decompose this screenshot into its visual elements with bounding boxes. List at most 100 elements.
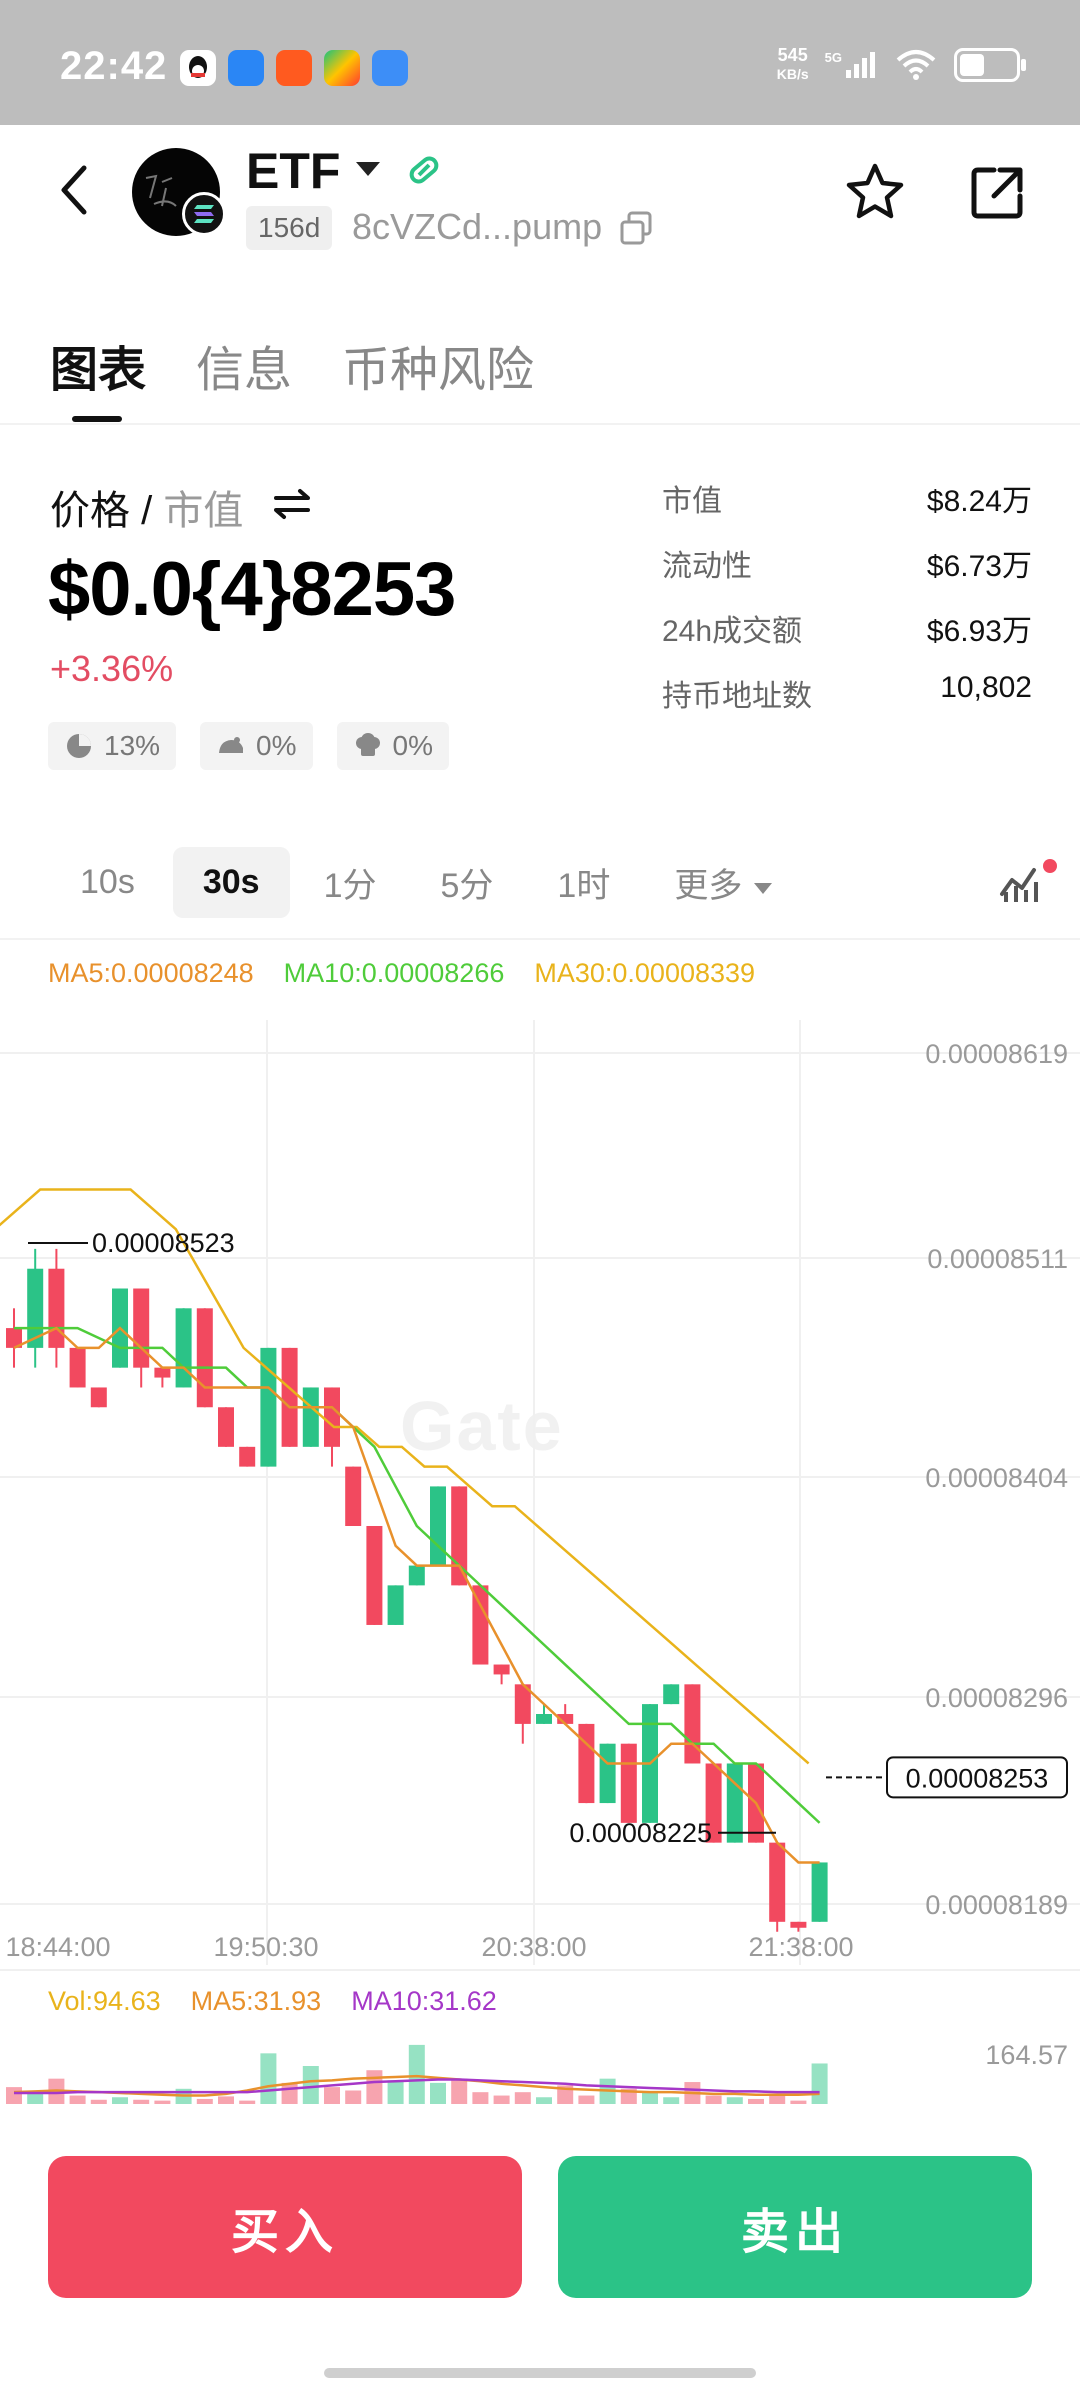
- top-holders-value: 13%: [104, 730, 161, 761]
- holder-badges: 13% 0% 0%: [48, 722, 449, 770]
- interval-more[interactable]: 更多: [644, 842, 802, 923]
- pie-chart-icon: [67, 734, 91, 758]
- token-stats: 市值 $8.24万 流动性 $6.73万 24h成交额 $6.93万 持币地址数 10,…: [662, 476, 1032, 736]
- divider: [0, 423, 1080, 425]
- volume-bar: [387, 2080, 404, 2104]
- candle-body: [324, 1387, 340, 1447]
- kuaishou-icon: [276, 50, 312, 86]
- interval-5m[interactable]: 5分: [410, 842, 523, 923]
- stat-value: $6.93万: [926, 615, 1032, 648]
- battery-icon: [954, 48, 1026, 82]
- status-time: 22:42: [60, 44, 168, 88]
- candle-body: [345, 1466, 362, 1526]
- candle-body: [154, 1367, 171, 1378]
- volume-bar: [578, 2095, 595, 2104]
- candle-body: [387, 1585, 404, 1625]
- back-arrow-icon[interactable]: [50, 160, 100, 220]
- sell-button[interactable]: 卖出: [558, 2156, 1032, 2298]
- volume-bar: [408, 2044, 425, 2104]
- volume-bar: [514, 2092, 531, 2104]
- y-tick-label: 0.00008189: [925, 1890, 1068, 1920]
- network-type: 5G: [824, 50, 842, 65]
- candle-body: [536, 1714, 552, 1724]
- interval-10s[interactable]: 10s: [50, 847, 165, 918]
- volume-bar: [260, 2053, 277, 2104]
- last-price-label: 0.00008253: [906, 1763, 1049, 1793]
- volume-bar: [69, 2095, 86, 2104]
- rat-trading-badge[interactable]: 0%: [200, 722, 313, 770]
- low-price-label: 0.00008225: [569, 1818, 712, 1848]
- qq-icon: [180, 50, 216, 86]
- colorful-app-icon: [324, 50, 360, 86]
- volume-clip: [0, 2106, 1080, 2110]
- status-bar: 22:42 545 KB/s 5G: [0, 0, 1080, 125]
- candle-body: [663, 1684, 680, 1705]
- volume-bar: [769, 2095, 786, 2104]
- volume-legend: Vol:94.63 MA5:31.93 MA10:31.62: [48, 1986, 497, 2017]
- vol-ma5-label: MA5:31.93: [190, 1986, 322, 2016]
- stat-key: 市值: [662, 485, 722, 518]
- interval-30s[interactable]: 30s: [172, 847, 290, 918]
- status-app-icons: [180, 50, 408, 86]
- volume-bar: [705, 2095, 722, 2104]
- ma5-line: [13, 1326, 820, 1864]
- stat-key: 流动性: [662, 550, 752, 583]
- candle-body: [133, 1288, 150, 1368]
- candle-body: [48, 1268, 65, 1348]
- cell-signal-icon: 5G: [825, 50, 878, 80]
- candle-body: [281, 1347, 298, 1447]
- volume-bar: [811, 2063, 828, 2104]
- candle-body: [69, 1347, 86, 1388]
- token-name[interactable]: ETF: [246, 142, 340, 200]
- interval-1m[interactable]: 1分: [294, 842, 407, 923]
- volume-bar: [133, 2099, 150, 2104]
- interval-1h[interactable]: 1时: [527, 842, 640, 923]
- volume-bar: [663, 2097, 680, 2104]
- stat-value: $6.73万: [926, 550, 1032, 583]
- buy-button[interactable]: 买入: [48, 2156, 522, 2298]
- x-tick-label: 18:44:00: [5, 1932, 110, 1962]
- volume-bar: [6, 2087, 22, 2104]
- rat-icon: [219, 737, 244, 753]
- candle-body: [578, 1723, 595, 1804]
- marketcap-label: 市值: [163, 489, 244, 533]
- x-tick-label: 21:38:00: [748, 1932, 853, 1962]
- contract-address: 8cVZCd...pump: [352, 206, 603, 247]
- token-dropdown-caret-icon[interactable]: [356, 162, 380, 176]
- candle-body: [239, 1446, 256, 1467]
- volume-bar: [536, 2097, 552, 2104]
- candle-body: [196, 1308, 213, 1408]
- top-holders-badge[interactable]: 13%: [48, 722, 177, 770]
- stat-row-liquidity: 流动性 $6.73万: [662, 541, 1032, 606]
- volume-bar: [281, 2082, 298, 2104]
- net-speed-value: 545: [777, 45, 808, 65]
- copy-icon[interactable]: [618, 210, 654, 246]
- price-change: +3.36%: [50, 648, 174, 689]
- star-favorite-icon[interactable]: [842, 160, 908, 226]
- volume-bar: [196, 2098, 213, 2104]
- stat-row-marketcap: 市值 $8.24万: [662, 476, 1032, 541]
- candle-body: [620, 1743, 637, 1823]
- tab-risk[interactable]: 币种风险: [342, 330, 534, 400]
- volume-axis-label: 164.57: [985, 2040, 1068, 2070]
- candlestick-chart[interactable]: 0.00008619 0.00008511 0.00008404 0.00008296…: [0, 940, 1080, 2110]
- cloud-app-icon: [372, 50, 408, 86]
- dev-holding-badge[interactable]: 0%: [336, 722, 449, 770]
- price-value: $0.0{4}8253: [48, 547, 456, 632]
- home-indicator[interactable]: [324, 2368, 756, 2378]
- solana-chain-icon: [182, 192, 226, 236]
- rat-trading-value: 0%: [256, 730, 297, 761]
- dev-holding-value: 0%: [392, 730, 433, 761]
- volume-bar: [302, 2066, 319, 2104]
- price-marketcap-toggle-label[interactable]: 价格 / 市值: [50, 478, 243, 536]
- candle-body: [811, 1862, 828, 1922]
- token-age-badge: 156d: [246, 206, 333, 250]
- tab-info[interactable]: 信息: [196, 330, 292, 400]
- volume-bar: [27, 2093, 44, 2104]
- swap-arrows-icon[interactable]: [270, 482, 314, 526]
- tab-chart[interactable]: 图表: [50, 330, 146, 400]
- volume-bar: [239, 2100, 256, 2104]
- chart-indicator-icon[interactable]: [998, 856, 1058, 906]
- share-icon[interactable]: [964, 160, 1030, 226]
- status-right: 545 KB/s 5G: [777, 45, 1026, 84]
